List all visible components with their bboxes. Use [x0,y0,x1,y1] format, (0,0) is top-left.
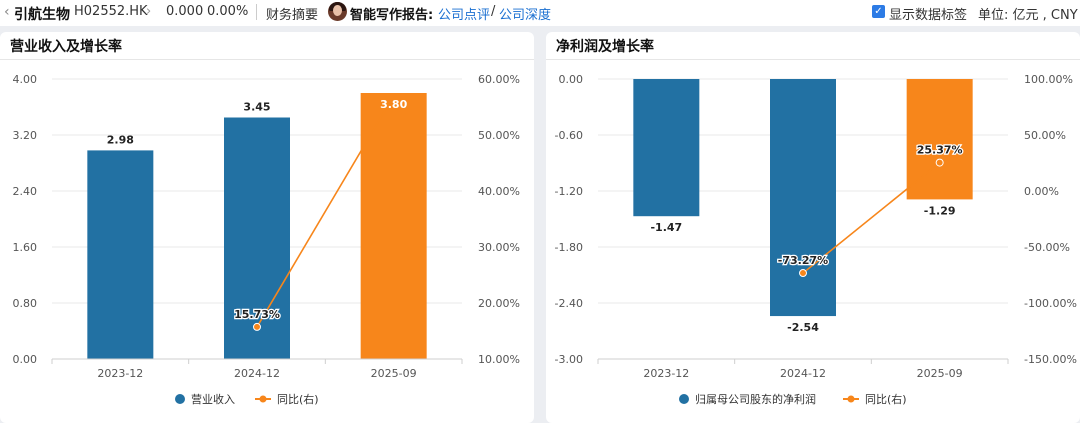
left-axis-tick: 0.00 [559,73,584,86]
bar-data-label: 2.98 [107,133,134,146]
right-axis-tick: 60.00% [478,73,520,86]
right-axis-tick: 100.00% [1024,73,1073,86]
stock-code: H02552.HK [74,4,148,19]
link-company-review[interactable]: 公司点评 [438,4,490,23]
left-axis-tick: 4.00 [13,73,38,86]
x-axis-tick-label: 2023-12 [97,367,143,380]
right-axis-tick: 40.00% [478,185,520,198]
x-axis-tick-label: 2024-12 [780,367,826,380]
left-axis-tick: 1.60 [13,241,38,254]
ai-report-label: 智能写作报告: [350,8,434,23]
link-separator: / [491,4,496,19]
right-axis-tick: 10.00% [478,353,520,366]
bar-data-label: -1.47 [650,221,682,234]
stock-price: 0.000 [166,4,204,19]
bar [633,79,700,217]
right-axis-tick: 30.00% [478,241,520,254]
bar [87,150,154,359]
show-labels-checkbox[interactable]: ✓ [872,5,885,18]
yoy-point [799,269,807,278]
bar [360,93,427,359]
divider [256,4,257,20]
left-axis-tick: -2.40 [555,297,583,310]
right-axis-tick: 0.00% [1024,185,1059,198]
legend-bar-label: 归属母公司股东的净利润 [695,392,816,406]
bar-data-label: 3.80 [380,98,407,111]
net-profit-panel: 净利润及增长率 0.00 -0.60 -1.20 -1.80 -2.40 -3.00 100… [546,32,1080,423]
bar-data-label: -1.29 [924,204,956,217]
left-axis-tick: -0.60 [555,129,583,142]
x-axis-tick-label: 2024-12 [234,367,280,380]
right-axis-tick: 20.00% [478,297,520,310]
right-axis-tick: 50.00% [478,129,520,142]
legend-line-label: 同比(右) [865,392,907,406]
bar-data-label: -2.54 [787,321,819,334]
revenue-panel: 营业收入及增长率 4.00 3.20 2.40 1.60 0.80 0.00 60.00% 5… [0,32,534,423]
right-axis-tick: -50.00% [1024,241,1070,254]
right-axis-tick: 50.00% [1024,129,1066,142]
back-chevron-icon[interactable]: ‹ [4,4,10,20]
bar [770,79,836,317]
left-axis-tick: -1.20 [555,185,583,198]
left-axis-tick: -3.00 [555,353,583,366]
link-company-depth[interactable]: 公司深度 [499,4,551,23]
left-axis-tick: -1.80 [555,241,583,254]
net-profit-chart: 0.00 -0.60 -1.20 -1.80 -2.40 -3.00 100.00% 50.0… [555,73,1077,406]
legend-bar-swatch [175,394,185,404]
fin-summary-tab[interactable]: 财务摘要 [266,4,318,23]
show-labels-text[interactable]: 显示数据标签 [889,4,967,23]
yoy-data-label: -73.27% [778,254,828,267]
yoy-point [935,158,944,167]
yoy-point [253,322,261,331]
left-axis-tick: 3.20 [13,129,38,142]
right-axis-tick: -100.00% [1024,297,1077,310]
legend-line-dot [259,395,267,403]
x-axis-tick-label: 2025-09 [917,367,963,380]
top-bar: ‹ 引航生物 H02552.HK › 0.000 0.00% 财务摘要 智能写作… [0,0,1080,26]
unit-label: 单位: 亿元 , CNY [978,8,1078,23]
left-axis-tick: 0.00 [13,353,38,366]
x-axis-tick-label: 2023-12 [643,367,689,380]
revenue-chart: 4.00 3.20 2.40 1.60 0.80 0.00 60.00% 50.00% 40.0… [13,73,520,406]
yoy-data-label: 15.73% [234,308,280,321]
legend-bar-swatch [679,394,689,404]
legend-bar-label: 营业收入 [191,392,235,406]
x-axis-tick-label: 2025-09 [371,367,417,380]
avatar [328,2,347,21]
stock-change-pct: 0.00% [207,4,249,19]
bar [224,117,290,359]
legend-line-label: 同比(右) [277,392,319,406]
bar-data-label: 3.45 [243,101,270,114]
left-axis-tick: 2.40 [13,185,38,198]
left-axis-tick: 0.80 [13,297,38,310]
yoy-data-label: 25.37% [917,144,963,157]
chevron-right-icon[interactable]: › [146,4,151,19]
legend-line-dot [847,395,855,403]
stock-name: 引航生物 [14,7,70,23]
right-axis-tick: -150.00% [1024,353,1077,366]
